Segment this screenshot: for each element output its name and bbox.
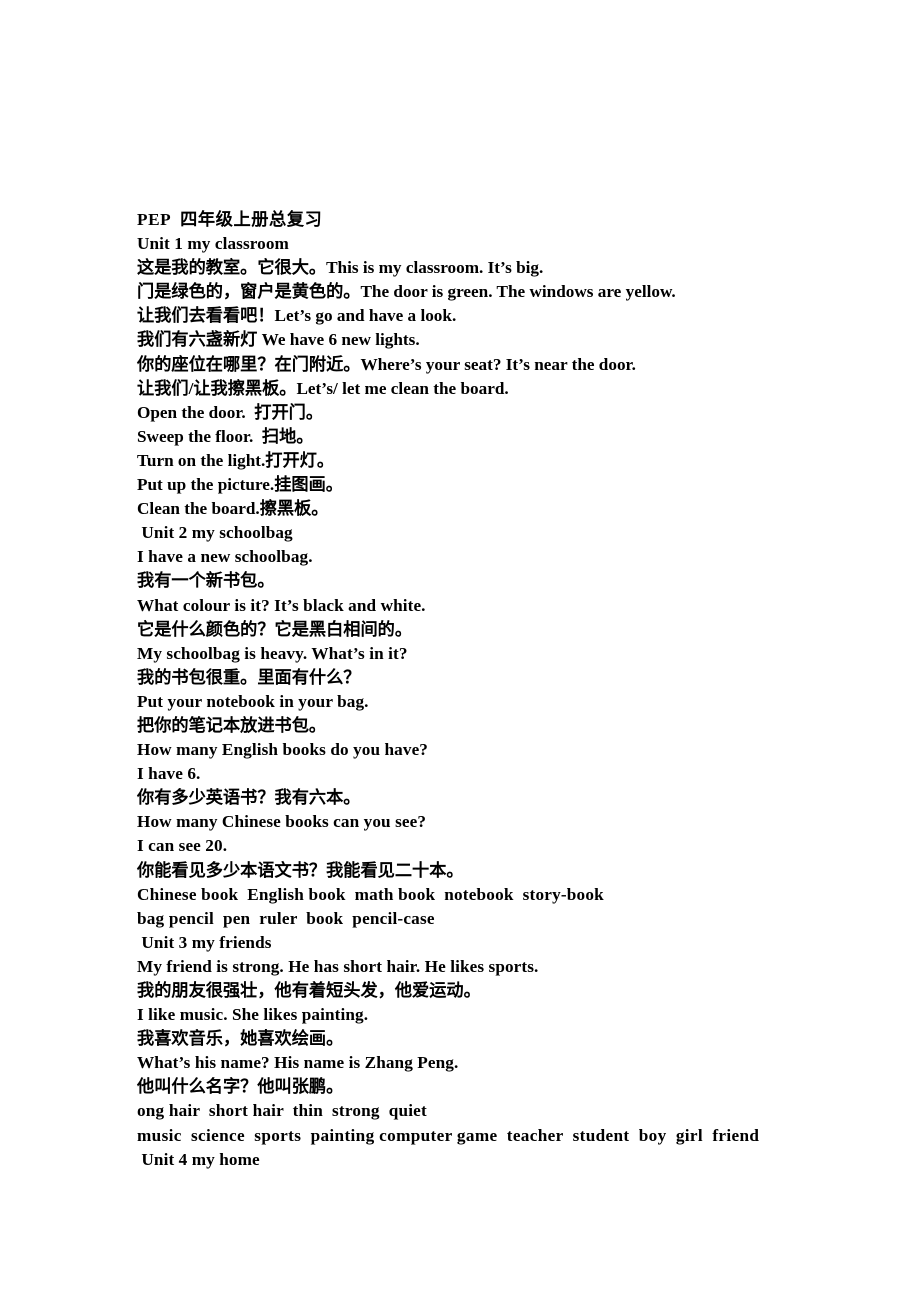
document-text-body: PEP 四年级上册总复习 Unit 1 my classroom 这是我的教室。它很… (137, 208, 837, 1172)
text-line: I like music. She likes painting. (137, 1005, 369, 1025)
text-line: 你的座位在哪里？在门附近。Where’s your seat? It’s nea… (137, 354, 636, 374)
text-line: 他叫什么名字？他叫张鹏。 (137, 1077, 344, 1097)
text-line: Chinese book English book math book note… (137, 884, 604, 904)
text-line: 它是什么颜色的？它是黑白相间的。 (137, 619, 413, 639)
unit-heading-line: Unit 2 my schoolbag (137, 523, 293, 543)
text-line: Put up the picture.挂图画。 (137, 475, 343, 495)
text-line: Open the door. 打开门。 (137, 402, 324, 422)
text-line: 让我们/让我擦黑板。Let’s/ let me clean the board. (137, 378, 509, 398)
unit-heading-line: Unit 3 my friends (137, 932, 272, 952)
text-line: I have 6. (137, 764, 201, 784)
text-line: 你有多少英语书？我有六本。 (137, 788, 361, 808)
text-line: Sweep the floor. 扫地。 (137, 426, 314, 446)
text-line: How many Chinese books can you see? (137, 812, 427, 832)
text-line: 这是我的教室。它很大。This is my classroom. It’s bi… (137, 258, 544, 278)
text-line: bag pencil pen ruler book pencil-case (137, 908, 435, 928)
text-line: 门是绿色的，窗户是黄色的。The door is green. The wind… (137, 282, 676, 302)
unit-heading-line: Unit 4 my home (137, 1149, 260, 1169)
document-title-line: PEP 四年级上册总复习 (137, 210, 323, 229)
text-line: I have a new schoolbag. (137, 547, 313, 567)
text-line: 把你的笔记本放进书包。 (137, 715, 327, 735)
unit-heading-line: Unit 1 my classroom (137, 234, 289, 254)
text-line: What colour is it? It’s black and white. (137, 595, 426, 615)
text-line: 让我们去看看吧！Let’s go and have a look. (137, 306, 457, 326)
text-line: What’s his name? His name is Zhang Peng. (137, 1053, 459, 1073)
text-line: 我有一个新书包。 (137, 571, 275, 591)
text-line: 我们有六盏新灯 We have 6 new lights. (137, 330, 420, 350)
text-line: Put your notebook in your bag. (137, 691, 369, 711)
document-page: PEP 四年级上册总复习 Unit 1 my classroom 这是我的教室。它很… (0, 0, 920, 1302)
text-line: My schoolbag is heavy. What’s in it? (137, 643, 408, 663)
text-line: Clean the board.擦黑板。 (137, 499, 329, 519)
text-line: ong hair short hair thin strong quiet (137, 1101, 427, 1121)
text-line: music science sports painting computer g… (137, 1125, 760, 1145)
text-line: My friend is strong. He has short hair. … (137, 956, 539, 976)
text-line: 我的书包很重。里面有什么？ (137, 667, 361, 687)
text-line: 我喜欢音乐，她喜欢绘画。 (137, 1029, 344, 1049)
text-line: How many English books do you have? (137, 740, 428, 760)
text-line: 你能看见多少本语文书？我能看见二十本。 (137, 860, 464, 880)
text-line: I can see 20. (137, 836, 228, 856)
text-line: 我的朋友很强壮，他有着短头发，他爱运动。 (137, 981, 481, 1000)
text-line: Turn on the light.打开灯。 (137, 450, 335, 470)
